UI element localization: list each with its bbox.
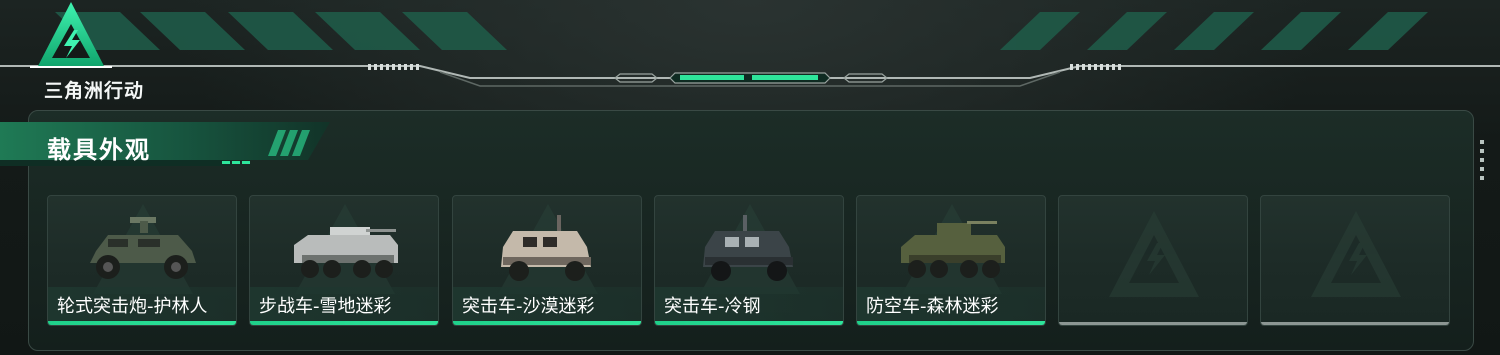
armored-car-icon (90, 217, 196, 279)
skin-card[interactable]: 防空车-森林迷彩 (856, 195, 1046, 326)
skin-card[interactable]: 突击车-沙漠迷彩 (452, 195, 642, 326)
header-decoration (0, 12, 1500, 87)
aa-vehicle-icon (901, 221, 1005, 278)
skin-name: 防空车-森林迷彩 (866, 296, 999, 317)
skin-card[interactable]: 突击车-冷钢 (654, 195, 844, 326)
skin-name: 轮式突击炮-护林人 (57, 296, 208, 317)
empty-skin-slot[interactable] (1260, 195, 1450, 326)
section-title: 载具外观 (47, 136, 151, 164)
ifv-icon (294, 227, 398, 278)
skin-name: 步战车-雪地迷彩 (259, 296, 392, 317)
delta-watermark-icon (1311, 211, 1401, 297)
delta-watermark-icon (1109, 211, 1199, 297)
empty-skin-slot[interactable] (1058, 195, 1248, 326)
skin-card-list: 轮式突击炮-护林人 步战车-雪地迷彩 突击车-沙漠迷彩 突击车-冷钢 防空车-森… (47, 195, 1451, 327)
skin-card[interactable]: 步战车-雪地迷彩 (249, 195, 439, 326)
skin-card[interactable]: 轮式突击炮-护林人 (47, 195, 237, 326)
mrap-icon (703, 215, 793, 281)
mrap-icon (501, 215, 591, 281)
header: 三角洲行动 (0, 0, 1500, 105)
panel-scroll-indicator[interactable] (1480, 140, 1486, 180)
skin-name: 突击车-冷钢 (664, 296, 761, 317)
logo-text: 三角洲行动 (44, 80, 145, 102)
skin-name: 突击车-沙漠迷彩 (462, 296, 595, 317)
